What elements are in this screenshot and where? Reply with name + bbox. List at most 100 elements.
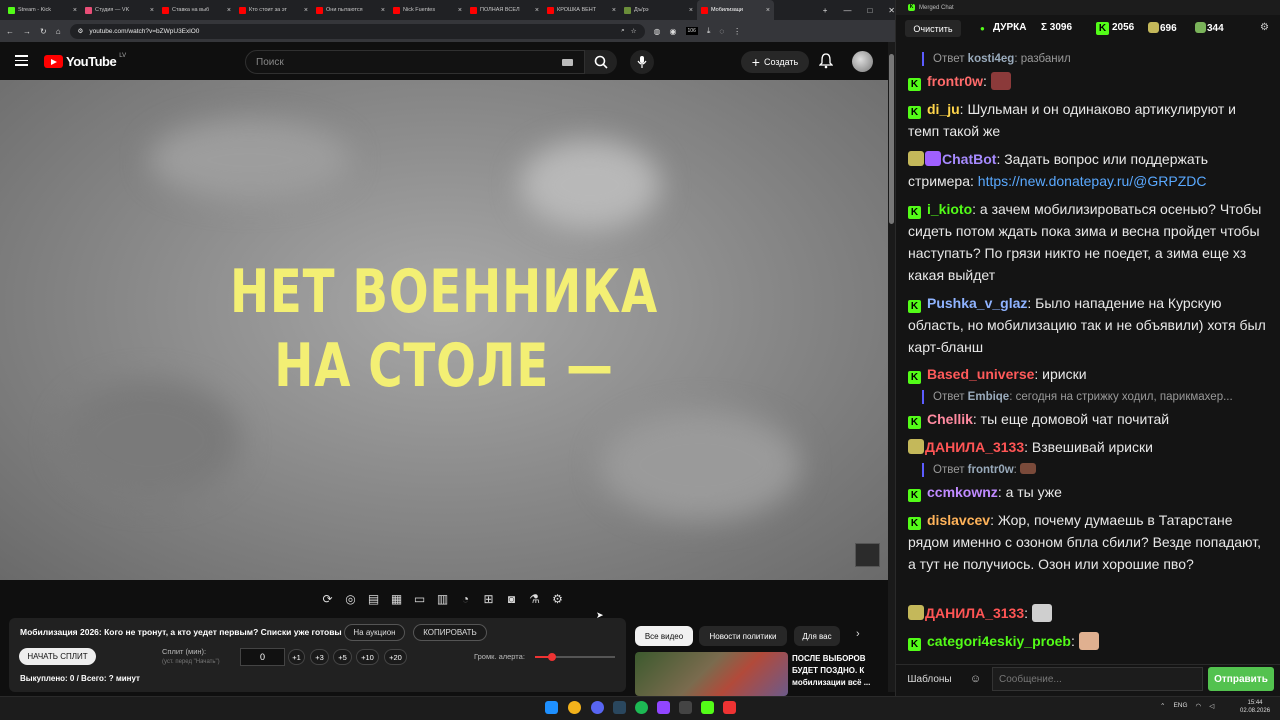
chat-username[interactable]: frontr0w bbox=[927, 73, 983, 89]
search-input[interactable]: Поиск bbox=[245, 50, 585, 74]
playlist-settings-icon[interactable]: ▤ bbox=[364, 591, 383, 607]
start-menu-icon[interactable] bbox=[545, 701, 558, 714]
chip-all-videos[interactable]: Все видео bbox=[635, 626, 693, 646]
tab-close-icon[interactable]: × bbox=[612, 7, 616, 14]
chat-username[interactable]: i_kioto bbox=[927, 201, 972, 217]
minimize-icon[interactable]: — bbox=[843, 6, 851, 15]
kick-icon[interactable] bbox=[701, 701, 714, 714]
chip-politics-news[interactable]: Новости политики bbox=[699, 626, 787, 646]
spotify-icon[interactable] bbox=[635, 701, 648, 714]
browser-tab[interactable]: Nick Fuentes × bbox=[389, 0, 466, 20]
increment-button[interactable]: +3 bbox=[310, 649, 329, 665]
back-icon[interactable]: ← bbox=[6, 27, 14, 36]
donate-link[interactable]: https://new.donatepay.ru/@GRPZDC bbox=[978, 173, 1207, 189]
tab-close-icon[interactable]: × bbox=[381, 7, 385, 14]
wifi-icon[interactable]: ◠ bbox=[1196, 702, 1202, 710]
extension-icon[interactable]: ◉ bbox=[670, 27, 677, 36]
tab-close-icon[interactable]: × bbox=[227, 7, 231, 14]
volume-icon[interactable]: ◁ bbox=[1209, 702, 1214, 710]
download-icon[interactable]: ⤓ bbox=[707, 26, 711, 36]
create-button[interactable]: + Создать bbox=[741, 51, 809, 73]
discord-icon[interactable] bbox=[591, 701, 604, 714]
url-field[interactable]: ⚙ youtube.com/watch?v=bZWpU3ExlO0 ⌕ ☆ bbox=[69, 23, 645, 39]
recommended-video-thumbnail[interactable] bbox=[635, 652, 788, 696]
profile-icon[interactable]: ◌ bbox=[719, 27, 724, 36]
chat-username[interactable]: dislavcev bbox=[927, 512, 990, 528]
tab-close-icon[interactable]: × bbox=[689, 7, 693, 14]
tab-close-icon[interactable]: × bbox=[304, 7, 308, 14]
chat-message-input[interactable]: Сообщение... bbox=[992, 667, 1203, 691]
increment-button[interactable]: +5 bbox=[333, 649, 352, 665]
home-icon[interactable]: ⌂ bbox=[56, 27, 61, 36]
kebab-menu-icon[interactable]: ⋮ bbox=[733, 27, 741, 36]
alert-volume-knob[interactable] bbox=[547, 653, 556, 661]
browser-tab[interactable]: Они пытаются × bbox=[312, 0, 389, 20]
chat-username[interactable]: Chellik bbox=[927, 411, 973, 427]
search-button[interactable] bbox=[585, 50, 617, 74]
browser-tab[interactable]: Stream - Kick × bbox=[4, 0, 81, 20]
camera-icon[interactable]: ◙ bbox=[502, 591, 521, 607]
extension-badge[interactable]: 106 bbox=[685, 27, 698, 35]
increment-button[interactable]: +1 bbox=[288, 649, 305, 665]
app-icon[interactable] bbox=[679, 701, 692, 714]
avatar[interactable] bbox=[852, 51, 873, 72]
tab-close-icon[interactable]: × bbox=[535, 7, 539, 14]
cinema-icon[interactable]: ▥ bbox=[433, 591, 452, 607]
chat-username[interactable]: categori4eskiy_proeb bbox=[927, 633, 1071, 649]
browser-tab[interactable]: Мобилизаци × bbox=[697, 0, 774, 20]
emoji-icon[interactable]: ☺ bbox=[963, 668, 988, 690]
templates-button[interactable]: Шаблоны bbox=[903, 668, 956, 690]
chip-for-you[interactable]: Для вас bbox=[794, 626, 840, 646]
new-tab-icon[interactable]: + bbox=[823, 6, 828, 15]
chat-username[interactable]: ccmkownz bbox=[927, 484, 998, 500]
close-window-icon[interactable]: ✕ bbox=[888, 6, 895, 15]
tab-close-icon[interactable]: × bbox=[150, 7, 154, 14]
scrollbar-thumb[interactable] bbox=[889, 54, 894, 224]
bookmark-star-icon[interactable]: ☆ bbox=[631, 27, 637, 35]
loop-icon[interactable]: ⟳ bbox=[318, 591, 337, 607]
steam-icon[interactable] bbox=[613, 701, 626, 714]
chevron-right-icon[interactable]: › bbox=[856, 628, 860, 640]
browser-tab[interactable]: Студия — VK × bbox=[81, 0, 158, 20]
split-minutes-input[interactable]: 0 bbox=[240, 648, 285, 666]
maximize-icon[interactable]: □ bbox=[867, 6, 872, 15]
clapperboard-icon[interactable]: ▦ bbox=[387, 591, 406, 607]
chat-username[interactable]: ДАНИЛА_3133 bbox=[925, 605, 1024, 621]
youtube-logo[interactable]: YouTube LV bbox=[44, 53, 126, 69]
hamburger-menu-icon[interactable] bbox=[15, 55, 28, 66]
increment-button[interactable]: +10 bbox=[356, 649, 379, 665]
send-button[interactable]: Отправить bbox=[1208, 667, 1274, 691]
browser-tab[interactable]: Кто стоит за эт × bbox=[235, 0, 312, 20]
reload-icon[interactable]: ↻ bbox=[40, 27, 47, 36]
forward-icon[interactable]: → bbox=[23, 27, 31, 36]
copy-button[interactable]: КОПИРОВАТЬ bbox=[413, 624, 487, 641]
add-box-icon[interactable]: ⊞ bbox=[479, 591, 498, 607]
youtube-app-icon[interactable] bbox=[723, 701, 736, 714]
start-split-button[interactable]: НАЧАТЬ СПЛИТ bbox=[19, 648, 96, 665]
tab-close-icon[interactable]: × bbox=[766, 7, 770, 14]
settings-gear-icon[interactable]: ⚙ bbox=[1260, 22, 1269, 33]
video-player[interactable]: НЕТ ВОЕННИКА НА СТОЛЕ — bbox=[0, 80, 888, 580]
keyboard-icon[interactable] bbox=[562, 59, 573, 66]
chrome-icon[interactable] bbox=[568, 701, 581, 714]
tab-close-icon[interactable]: × bbox=[73, 7, 77, 14]
theater-mode-icon[interactable]: ▭ bbox=[410, 591, 429, 607]
browser-tab[interactable]: Дъ/рэ × bbox=[620, 0, 697, 20]
keyboard-layout[interactable]: ENG bbox=[1173, 702, 1187, 710]
increment-button[interactable]: +20 bbox=[384, 649, 407, 665]
chat-username[interactable]: di_ju bbox=[927, 101, 960, 117]
clear-chat-button[interactable]: Очистить bbox=[905, 20, 961, 37]
site-info-icon[interactable]: ⚙ bbox=[78, 27, 84, 35]
browser-tab[interactable]: ПОЛНАЯ ВСЕЛ × bbox=[466, 0, 543, 20]
taskbar-clock[interactable]: 15:44 02.08.2026 bbox=[1240, 699, 1270, 715]
zoom-icon[interactable]: ⌕ bbox=[621, 27, 625, 35]
chat-username[interactable]: Pushka_v_glaz bbox=[927, 295, 1027, 311]
chat-username[interactable]: ChatBot bbox=[942, 151, 996, 167]
flask-icon[interactable]: ⚗ bbox=[525, 591, 544, 607]
tab-close-icon[interactable]: × bbox=[458, 7, 462, 14]
recommended-video-title[interactable]: ПОСЛЕ ВЫБОРОВ БУДЕТ ПОЗДНО. К мобилизаци… bbox=[792, 653, 882, 689]
chat-username[interactable]: Based_universe bbox=[927, 366, 1034, 382]
notifications-button[interactable] bbox=[818, 53, 834, 74]
gear-icon[interactable]: ⚙ bbox=[548, 591, 567, 607]
broadcast-icon[interactable]: ◎ bbox=[341, 591, 360, 607]
